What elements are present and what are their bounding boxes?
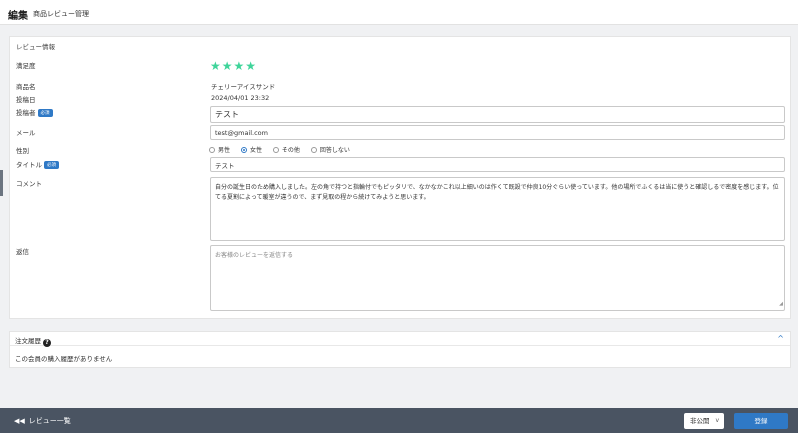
gender-option-female[interactable]: 女性	[240, 145, 262, 154]
reply-textarea[interactable]: お客様のレビューを返信する ◢	[210, 245, 785, 311]
email-label: メール	[16, 129, 36, 137]
gender-radio-group: 男性 女性 その他 回答しない	[209, 145, 359, 154]
comment-textarea[interactable]: 自分の誕生日のため購入しました。左の角で持つと指輪付でもピッタリで、なかなかこれ…	[210, 177, 785, 241]
double-chevron-left-icon: ◀◀	[14, 417, 25, 425]
order-history-header[interactable]: 注文履歴? ^	[10, 332, 790, 347]
gender-label: 性別	[16, 147, 29, 155]
resize-handle-icon[interactable]: ◢	[779, 299, 783, 309]
save-button[interactable]: 登録	[734, 413, 788, 429]
poster-name-input[interactable]	[210, 106, 785, 123]
status-value: 非公開	[690, 417, 710, 425]
poster-name-label-text: 投稿者	[16, 109, 36, 117]
star-icon[interactable]: ★	[222, 60, 233, 72]
posted-at-label: 投稿日	[16, 96, 36, 104]
order-history-title: 注文履歴?	[15, 335, 51, 347]
radio-icon[interactable]	[272, 147, 279, 153]
comment-text: 自分の誕生日のため購入しました。左の角で持つと指輪付でもピッタリで、なかなかこれ…	[215, 184, 779, 201]
order-history-panel: 注文履歴? ^ この会員の購入履歴がありません	[9, 331, 791, 368]
radio-icon[interactable]	[310, 147, 317, 153]
radio-icon[interactable]	[209, 147, 215, 153]
product-name-value: チェリーアイスサンド	[211, 83, 276, 91]
reply-placeholder: お客様のレビューを返信する	[215, 252, 294, 259]
order-history-empty-message: この会員の購入履歴がありません	[15, 355, 113, 363]
title-input[interactable]	[210, 157, 785, 172]
rating-label: 満足度	[16, 62, 36, 70]
poster-name-label: 投稿者 必須	[16, 107, 53, 117]
required-badge: 必須	[37, 109, 53, 117]
radio-selected-icon[interactable]	[240, 147, 247, 153]
page-subtitle: 商品レビュー管理	[33, 10, 89, 18]
star-icon[interactable]: ★	[210, 60, 221, 72]
star-icon[interactable]: ★	[245, 60, 256, 72]
chevron-up-icon[interactable]: ^	[777, 334, 784, 343]
star-icon[interactable]: ★	[234, 60, 245, 72]
panel-title: レビュー情報	[16, 43, 55, 51]
back-to-review-list-link[interactable]: ◀◀ レビュー一覧	[14, 416, 71, 426]
title-label-text: タイトル	[16, 161, 42, 169]
top-bar: 編集 商品レビュー管理	[0, 0, 798, 25]
posted-at-value: 2024/04/01 23:32	[211, 94, 270, 102]
product-name-label: 商品名	[16, 83, 36, 91]
reply-label: 返信	[16, 248, 29, 256]
required-badge: 必須	[44, 161, 59, 169]
email-input[interactable]	[210, 125, 785, 140]
title-label: タイトル 必須	[16, 159, 59, 169]
gender-option-male[interactable]: 男性	[209, 145, 230, 154]
page-title: 編集	[8, 11, 28, 22]
sidebar-edge	[0, 170, 3, 196]
back-label: レビュー一覧	[28, 417, 71, 425]
chevron-down-icon: v	[715, 417, 719, 424]
review-info-panel: レビュー情報 満足度 ★★★★ 商品名 チェリーアイスサンド 投稿日 2024/…	[9, 36, 791, 319]
status-select[interactable]: 非公開 v	[684, 413, 724, 429]
help-icon[interactable]: ?	[43, 339, 51, 347]
comment-label: コメント	[16, 180, 42, 188]
rating-stars[interactable]: ★★★★	[210, 60, 257, 72]
footer-bar: ◀◀ レビュー一覧 非公開 v 登録	[0, 408, 798, 433]
gender-option-other[interactable]: その他	[272, 145, 300, 154]
gender-option-no-answer[interactable]: 回答しない	[310, 145, 350, 154]
